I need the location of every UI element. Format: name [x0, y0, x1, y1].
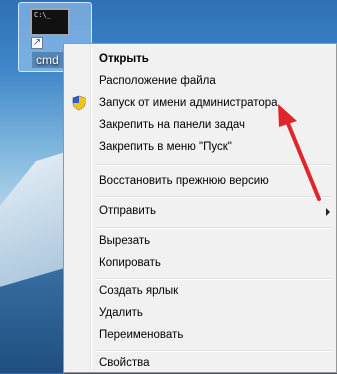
menu-item-label: Вырезать — [99, 235, 151, 247]
menu-item-label: Восстановить прежнюю версию — [99, 175, 269, 187]
menu-item-pin-taskbar[interactable]: Закрепить на панели задач — [66, 114, 334, 136]
menu-item-restore-previous-version[interactable]: Восстановить прежнюю версию — [66, 170, 334, 192]
menu-item-run-as-admin[interactable]: Запуск от имени администратора — [66, 92, 334, 114]
menu-item-label: Открыть — [99, 53, 149, 65]
menu-item-label: Отправить — [99, 205, 157, 217]
menu-item-delete[interactable]: Удалить — [66, 302, 334, 324]
menu-item-create-shortcut[interactable]: Создать ярлык — [66, 280, 334, 302]
menu-item-rename[interactable]: Переименовать — [66, 324, 334, 346]
shortcut-arrow-icon: ↗ — [31, 37, 43, 49]
menu-item-file-location[interactable]: Расположение файла — [66, 70, 334, 92]
submenu-arrow-icon — [326, 208, 330, 216]
menu-item-label: Свойства — [99, 357, 150, 369]
menu-separator — [96, 227, 332, 229]
menu-item-copy[interactable]: Копировать — [66, 252, 334, 274]
menu-separator — [96, 164, 332, 166]
menu-item-label: Удалить — [99, 307, 143, 319]
menu-item-label: Создать ярлык — [99, 285, 179, 297]
menu-item-cut[interactable]: Вырезать — [66, 230, 334, 252]
menu-item-label: Копировать — [99, 257, 161, 269]
uac-shield-icon — [72, 95, 86, 111]
context-menu: Открыть Расположение файла Запуск от име… — [63, 43, 337, 373]
menu-item-label: Расположение файла — [99, 75, 216, 87]
menu-item-pin-start[interactable]: Закрепить в меню "Пуск" — [66, 136, 334, 158]
menu-item-label: Закрепить на панели задач — [99, 119, 246, 131]
shortcut-label: cmd — [32, 52, 63, 68]
console-window-icon: C:\_ — [30, 8, 70, 36]
console-prompt-text: C:\_ — [34, 11, 51, 19]
menu-item-open[interactable]: Открыть — [66, 48, 334, 70]
menu-item-properties[interactable]: Свойства — [66, 352, 334, 374]
menu-item-label: Переименовать — [99, 329, 184, 341]
menu-item-label: Закрепить в меню "Пуск" — [99, 141, 232, 153]
menu-separator — [96, 196, 332, 198]
menu-item-label: Запуск от имени администратора — [99, 97, 278, 109]
menu-item-send-to[interactable]: Отправить — [66, 200, 334, 222]
